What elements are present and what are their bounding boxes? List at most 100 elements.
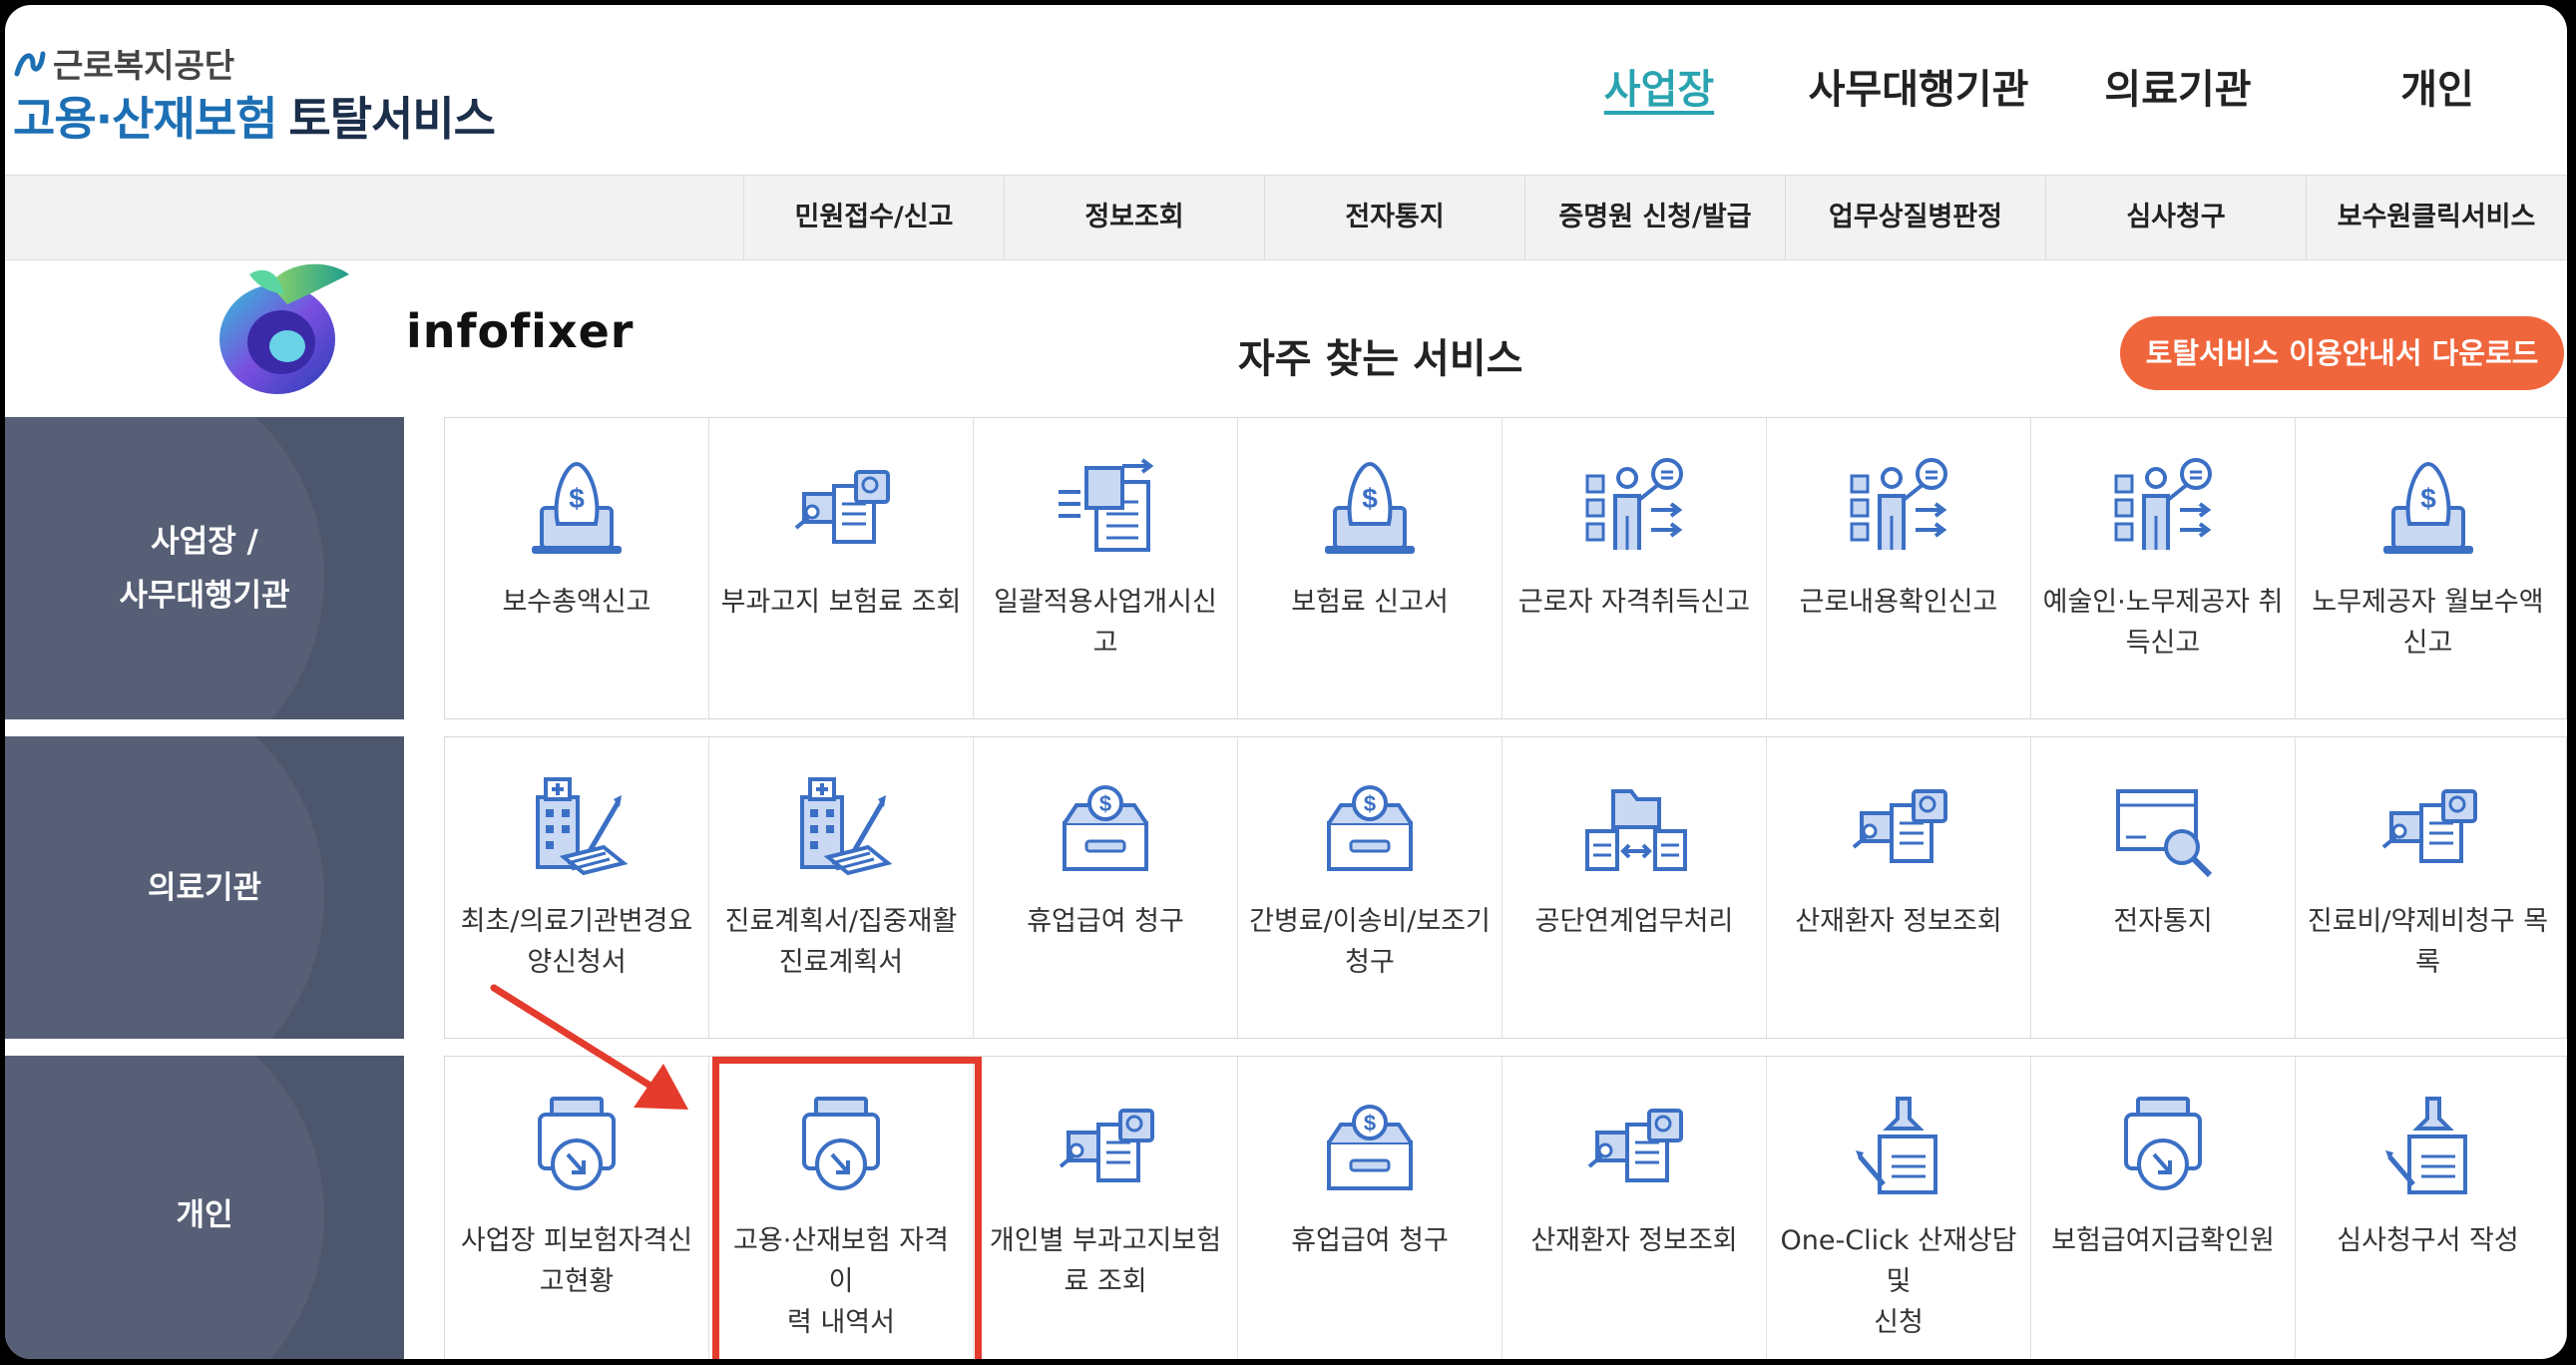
presenter-board-icon [1585,458,1683,550]
presenter-board-icon [1850,458,1947,550]
service-item-individual-6[interactable]: One-Click 산재상담 및 신청 [1767,1057,2031,1359]
service-item-business-1[interactable]: $ 보수총액신고 [445,418,709,718]
top-nav-business[interactable]: 사업장 [1529,57,1789,115]
download-tray-icon [2124,1097,2202,1190]
service-item-business-8[interactable]: $ 노무제공자 월보수액 신고 [2296,418,2560,718]
service-item-label: 보험료 신고서 [1291,587,1449,618]
service-item-business-6[interactable]: 근로내용확인신고 [1767,418,2031,718]
document-search-icon [1059,1109,1154,1182]
service-item-business-7[interactable]: 예술인·노무제공자 취 득신고 [2031,418,2296,718]
sub-nav-review[interactable]: 심사청구 [2045,176,2306,259]
service-item-label: 최초/의료기관변경요 양신청서 [460,906,693,978]
service-item-individual-8[interactable]: 심사청구서 작성 [2296,1057,2560,1359]
service-title-main: 고용·산재보험 [13,92,277,146]
hospital-document-icon [800,777,893,876]
folder-exchange-icon [1585,789,1687,871]
service-item-individual-4[interactable]: $ 휴업급여 청구 [1238,1057,1503,1359]
money-laptop-icon: $ [2382,461,2473,554]
service-item-label: 휴업급여 청구 [1027,906,1184,937]
highlight-box [712,1057,982,1359]
infofixer-watermark: infofixer [406,304,635,358]
service-item-business-4[interactable]: $ 보험료 신고서 [1238,418,1503,718]
service-item-label: 휴업급여 청구 [1291,1225,1449,1256]
service-item-medical-7[interactable]: 전자통지 [2031,737,2296,1038]
service-item-label: 보험급여지급확인원 [2051,1225,2275,1256]
service-item-individual-7[interactable]: 보험급여지급확인원 [2031,1057,2296,1359]
comwel-logo-icon [14,51,46,77]
sub-nav-info[interactable]: 정보조회 [1004,176,1264,259]
money-laptop-icon: $ [532,461,622,554]
svg-text:$: $ [569,483,585,514]
org-name: 근로복지공단 [53,46,235,85]
service-item-label: 간병료/이송비/보조기 청구 [1249,906,1491,978]
service-item-label: 전자통지 [2113,906,2213,937]
service-item-medical-3[interactable]: $ 휴업급여 청구 [974,737,1238,1038]
service-item-medical-5[interactable]: 공단연계업무처리 [1503,737,1767,1038]
service-item-individual-3[interactable]: 개인별 부과고지보험 료 조회 [974,1057,1238,1359]
service-title[interactable]: 고용·산재보험 토탈서비스 [13,83,496,149]
top-nav-agency[interactable]: 사무대행기관 [1789,57,2048,115]
service-item-medical-4[interactable]: $ 간병료/이송비/보조기 청구 [1238,737,1503,1038]
browser-page: 근로복지공단 고용·산재보험 토탈서비스 사업장 사무대행기관 의료기관 개인 민… [5,5,2567,1359]
service-item-business-3[interactable]: 일괄적용사업개시신고 [974,418,1238,718]
document-transfer-icon [1059,458,1154,552]
coin-box-icon: $ [1327,785,1413,871]
document-search-icon [1587,1109,1683,1182]
presenter-board-icon [2114,458,2212,550]
service-item-label: One-Click 산재상담 및 신청 [1780,1225,2017,1338]
service-row-business: $ 보수총액신고 부과고지 보험료 조회 일괄적용사업개시신고 $ 보험료 신고서 근로자 … [444,417,2567,719]
hospital-document-icon [536,777,629,876]
sub-nav-disease[interactable]: 업무상질병판정 [1785,176,2045,259]
service-item-business-2[interactable]: 부과고지 보험료 조회 [709,418,974,718]
service-item-label: 근로자 자격취득신고 [1517,587,1751,618]
svg-text:$: $ [2420,483,2436,514]
sub-nav-one-click[interactable]: 보수원클릭서비스 [2306,176,2566,259]
sub-nav-certificate[interactable]: 증명원 신청/발급 [1524,176,1785,259]
service-item-label: 산재환자 정보조회 [1530,1225,1738,1256]
infofixer-logo-icon [219,263,349,394]
service-item-label: 예술인·노무제공자 취 득신고 [2042,587,2284,659]
category-individual-label: 개인 [176,1197,233,1233]
service-item-label: 보수총액신고 [502,587,651,618]
service-item-label: 일괄적용사업개시신고 [994,587,1217,659]
box-magnifier-icon [2116,789,2213,878]
stamp-document-icon [1856,1097,1937,1194]
red-arrow-icon [490,984,688,1110]
category-business: 사업장 / 사무대행기관 [5,417,404,719]
sub-nav-e-notice[interactable]: 전자통지 [1264,176,1524,259]
category-business-label: 사업장 / 사무대행기관 [119,523,290,614]
service-item-medical-2[interactable]: 진료계획서/집중재활 진료계획서 [709,737,974,1038]
sub-nav-complaint[interactable]: 민원접수/신고 [743,176,1004,259]
top-nav-medical[interactable]: 의료기관 [2048,57,2308,115]
top-nav-individual[interactable]: 개인 [2308,57,2567,115]
top-nav: 사업장 사무대행기관 의료기관 개인 [1529,57,2567,115]
category-medical-label: 의료기관 [147,869,262,906]
service-item-label: 사업장 피보험자격신 고현황 [460,1225,693,1297]
money-laptop-icon: $ [1325,461,1415,554]
svg-text:$: $ [1362,483,1378,514]
org-logo[interactable]: 근로복지공단 [13,39,234,87]
service-item-label: 공단연계업무처리 [1534,906,1734,937]
service-item-label: 심사청구서 작성 [2337,1225,2519,1256]
svg-text:$: $ [1364,1111,1376,1136]
service-item-label: 근로내용확인신고 [1799,587,1998,618]
service-item-business-5[interactable]: 근로자 자격취득신고 [1503,418,1767,718]
guide-download-button[interactable]: 토탈서비스 이용안내서 다운로드 [2120,316,2564,390]
service-item-individual-5[interactable]: 산재환자 정보조회 [1503,1057,1767,1359]
service-item-medical-6[interactable]: 산재환자 정보조회 [1767,737,2031,1038]
coin-box-icon: $ [1063,785,1148,871]
service-item-label: 개인별 부과고지보험 료 조회 [989,1225,1222,1297]
document-search-icon [2381,789,2477,863]
service-item-label: 부과고지 보험료 조회 [720,587,962,618]
service-item-label: 진료계획서/집중재활 진료계획서 [724,906,958,978]
document-search-icon [1852,789,1947,863]
document-search-icon [794,470,890,544]
service-item-medical-8[interactable]: 진료비/약제비청구 목 록 [2296,737,2560,1038]
stamp-document-icon [2384,1097,2467,1194]
service-title-sub: 토탈서비스 [288,92,496,146]
svg-text:$: $ [1099,791,1111,816]
service-item-label: 진료비/약제비청구 목 록 [2307,906,2549,978]
coin-box-icon: $ [1327,1105,1413,1190]
category-medical: 의료기관 [5,736,404,1039]
sub-nav-bar: 민원접수/신고 정보조회 전자통지 증명원 신청/발급 업무상질병판정 심사청구… [5,175,2567,260]
